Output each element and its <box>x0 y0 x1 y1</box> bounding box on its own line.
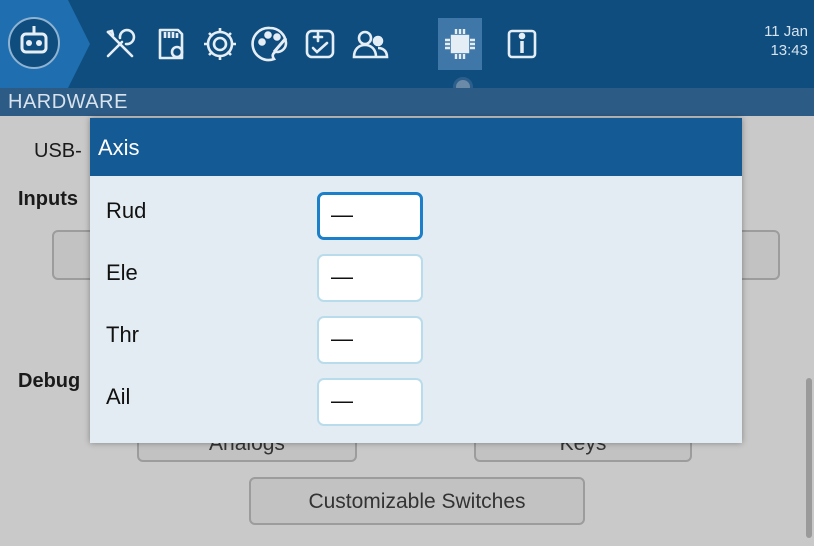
axis-source-field[interactable]: — <box>317 316 423 364</box>
axis-label: Thr <box>106 322 139 347</box>
sd-card-icon[interactable] <box>148 22 192 66</box>
time-label: 13:43 <box>770 42 808 59</box>
users-icon[interactable] <box>348 22 392 66</box>
dialog-title: Axis <box>98 135 140 160</box>
scrollbar[interactable] <box>806 378 812 538</box>
axis-label: Rud <box>106 198 147 223</box>
inputs-label: Inputs <box>18 188 78 210</box>
section-title: HARDWARE <box>8 91 128 113</box>
debug-label: Debug <box>18 370 81 392</box>
axis-source-field[interactable]: — <box>317 378 423 426</box>
section-header: HARDWARE <box>0 88 814 116</box>
customizable-switches-button[interactable]: Customizable Switches <box>249 477 585 525</box>
axis-source-field[interactable]: — <box>317 254 423 302</box>
chip-icon[interactable] <box>438 18 482 70</box>
axis-row-ele: Ele — <box>90 244 742 304</box>
axis-label: Ail <box>106 384 131 409</box>
top-bar: 11 Jan 13:43 <box>0 0 814 88</box>
usb-label: USB- <box>34 140 82 162</box>
dialog-header: Axis <box>90 118 742 176</box>
customizable-switches-label: Customizable Switches <box>308 490 526 513</box>
home-tab[interactable] <box>0 0 90 88</box>
date-time: 11 Jan 13:43 <box>764 22 808 60</box>
date-label: 11 Jan <box>764 23 808 40</box>
axis-source-field[interactable]: — <box>317 192 423 240</box>
axis-label: Ele <box>106 260 138 285</box>
gear-icon[interactable] <box>198 22 242 66</box>
axis-row-ail: Ail — <box>90 368 742 428</box>
axis-row-rud: Rud — <box>90 182 742 242</box>
palette-icon[interactable] <box>248 22 292 66</box>
info-icon[interactable] <box>500 22 544 66</box>
wrench-screwdriver-icon[interactable] <box>98 22 142 66</box>
checklist-icon[interactable] <box>298 22 342 66</box>
axis-dialog: Axis Rud — Ele — Thr — Ail — <box>90 118 742 443</box>
axis-row-thr: Thr — <box>90 306 742 366</box>
active-tab-indicator <box>453 77 473 88</box>
